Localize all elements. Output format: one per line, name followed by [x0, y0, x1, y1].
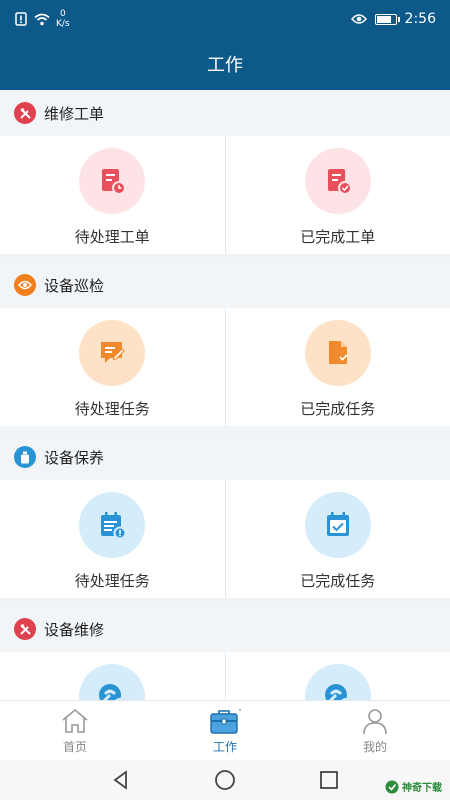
inspection-done-icon	[304, 320, 371, 386]
sim-alert-icon	[15, 12, 27, 26]
section-title: 设备维修	[44, 620, 105, 639]
maintenance-done-icon	[304, 492, 371, 558]
work-order-pending-icon	[79, 148, 146, 214]
inspection-pending-icon	[79, 320, 146, 386]
status-bar: 0 K/s 2:56	[0, 0, 450, 38]
net-speed-unit: K/s	[56, 19, 70, 29]
cell-label: 已完成工单	[300, 228, 376, 246]
section-row-inspection: 待处理任务 已完成任务	[0, 308, 450, 426]
section-gap	[0, 426, 450, 434]
net-speed-value: 0	[59, 9, 66, 19]
system-nav-bar	[0, 760, 450, 800]
section-gap	[0, 598, 450, 606]
tab-label: 工作	[212, 739, 237, 754]
home-circle-icon[interactable]	[214, 769, 236, 791]
section-row-equipment-repair	[0, 652, 450, 700]
cell-label: 已完成任务	[300, 572, 376, 590]
section-header-equipment-repair: 设备维修	[0, 606, 450, 652]
section-gap	[0, 254, 450, 262]
recents-square-icon[interactable]	[319, 770, 339, 790]
section-title: 设备巡检	[44, 276, 105, 295]
pending-repair-tasks-button[interactable]	[0, 652, 225, 700]
section-title: 维修工单	[44, 104, 105, 123]
section-header-inspection: 设备巡检	[0, 262, 450, 308]
cell-label: 已完成任务	[300, 400, 376, 418]
section-row-maintenance: 待处理任务 已完成任务	[0, 480, 450, 598]
user-icon	[363, 708, 387, 734]
cell-label: 待处理任务	[74, 572, 150, 590]
watermark-text: 神奇下载	[402, 783, 442, 794]
bottle-icon	[14, 446, 36, 468]
work-order-done-icon	[304, 148, 371, 214]
tools-icon	[14, 618, 36, 640]
completed-inspection-tasks-button[interactable]: 已完成任务	[224, 308, 450, 426]
pending-work-orders-button[interactable]: 待处理工单	[0, 136, 225, 254]
wifi-icon	[34, 13, 50, 25]
status-right: 2:56	[350, 11, 436, 27]
battery-icon	[374, 13, 400, 25]
completed-maintenance-tasks-button[interactable]: 已完成任务	[224, 480, 450, 598]
content: 维修工单 待处理工单 已完成工单 设备巡检 待处理任务 已完成任务 设备保养 待…	[0, 90, 450, 700]
eye-icon	[14, 274, 36, 296]
maintenance-pending-icon	[79, 492, 146, 558]
completed-repair-tasks-button[interactable]	[224, 652, 450, 700]
section-row-repair-orders: 待处理工单 已完成工单	[0, 136, 450, 254]
clock: 2:56	[404, 11, 436, 27]
tab-bar: 首页 工作 我的	[0, 700, 450, 760]
page-title: 工作	[207, 55, 243, 76]
tab-work[interactable]: 工作	[150, 701, 300, 760]
completed-work-orders-button[interactable]: 已完成工单	[224, 136, 450, 254]
status-left: 0 K/s	[14, 9, 70, 29]
cell-label: 待处理工单	[74, 228, 150, 246]
tab-label: 首页	[62, 739, 87, 754]
tab-mine[interactable]: 我的	[300, 701, 450, 760]
net-speed: 0 K/s	[56, 9, 70, 29]
briefcase-icon	[210, 708, 242, 734]
cell-label: 待处理任务	[74, 400, 150, 418]
pending-maintenance-tasks-button[interactable]: 待处理任务	[0, 480, 225, 598]
tab-home[interactable]: 首页	[0, 701, 150, 760]
tab-label: 我的	[362, 739, 387, 754]
section-header-repair-orders: 维修工单	[0, 90, 450, 136]
section-title: 设备保养	[44, 448, 105, 467]
tools-icon	[14, 102, 36, 124]
watermark-logo-icon	[385, 780, 399, 793]
repair-pending-icon	[79, 664, 146, 700]
repair-done-icon	[304, 664, 371, 700]
eye-comfort-icon	[350, 14, 367, 24]
section-header-maintenance: 设备保养	[0, 434, 450, 480]
title-bar: 工作	[0, 38, 450, 90]
watermark: 神奇下载	[385, 779, 442, 794]
home-icon	[62, 708, 88, 733]
pending-inspection-tasks-button[interactable]: 待处理任务	[0, 308, 225, 426]
back-icon[interactable]	[111, 770, 131, 790]
battery-fill	[376, 15, 391, 23]
